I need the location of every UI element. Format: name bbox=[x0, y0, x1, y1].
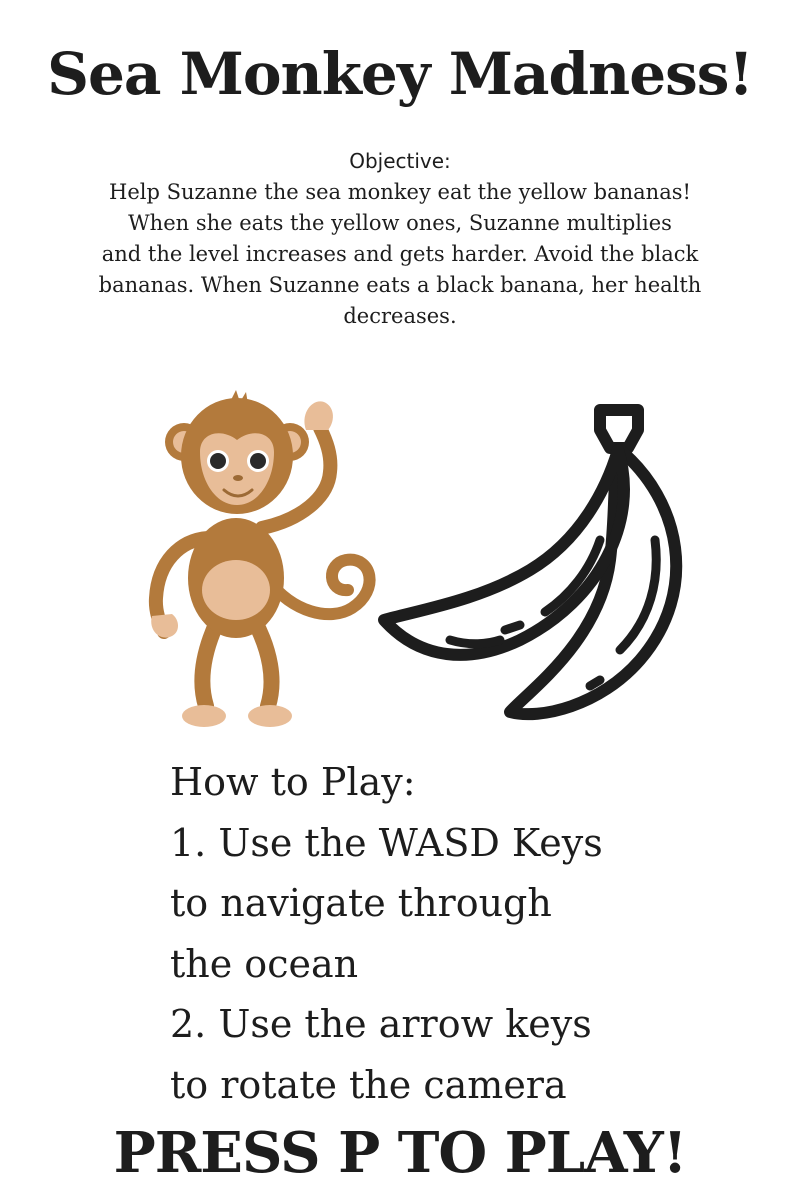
objective-heading: Objective: bbox=[349, 149, 451, 173]
instruction-line: 1. Use the WASD Keys bbox=[170, 820, 603, 865]
instruction-line: to rotate the camera bbox=[170, 1062, 567, 1107]
objective-line: bananas. When Suzanne eats a black banan… bbox=[98, 273, 702, 297]
objective-line: Help Suzanne the sea monkey eat the yell… bbox=[109, 180, 691, 204]
how-to-play-heading: How to Play: bbox=[170, 760, 416, 804]
objective-line: and the level increases and gets harder.… bbox=[101, 242, 699, 266]
banana-bunch-icon bbox=[378, 404, 683, 721]
objective-line: decreases. bbox=[343, 304, 457, 328]
objective-line: When she eats the yellow ones, Suzanne m… bbox=[128, 211, 672, 235]
press-to-play-prompt: PRESS P TO PLAY! bbox=[113, 1120, 688, 1186]
monkey-icon bbox=[148, 390, 376, 727]
instruction-line: the ocean bbox=[170, 941, 359, 986]
game-title: Sea Monkey Madness! bbox=[47, 40, 754, 108]
illustration bbox=[148, 390, 683, 727]
instruction-line: 2. Use the arrow keys bbox=[170, 1002, 592, 1046]
objective-section: Objective: Help Suzanne the sea monkey e… bbox=[0, 146, 800, 332]
instruction-line: to navigate through bbox=[170, 881, 552, 925]
how-to-play-section: How to Play: 1. Use the WASD Keys to nav… bbox=[170, 752, 770, 1115]
